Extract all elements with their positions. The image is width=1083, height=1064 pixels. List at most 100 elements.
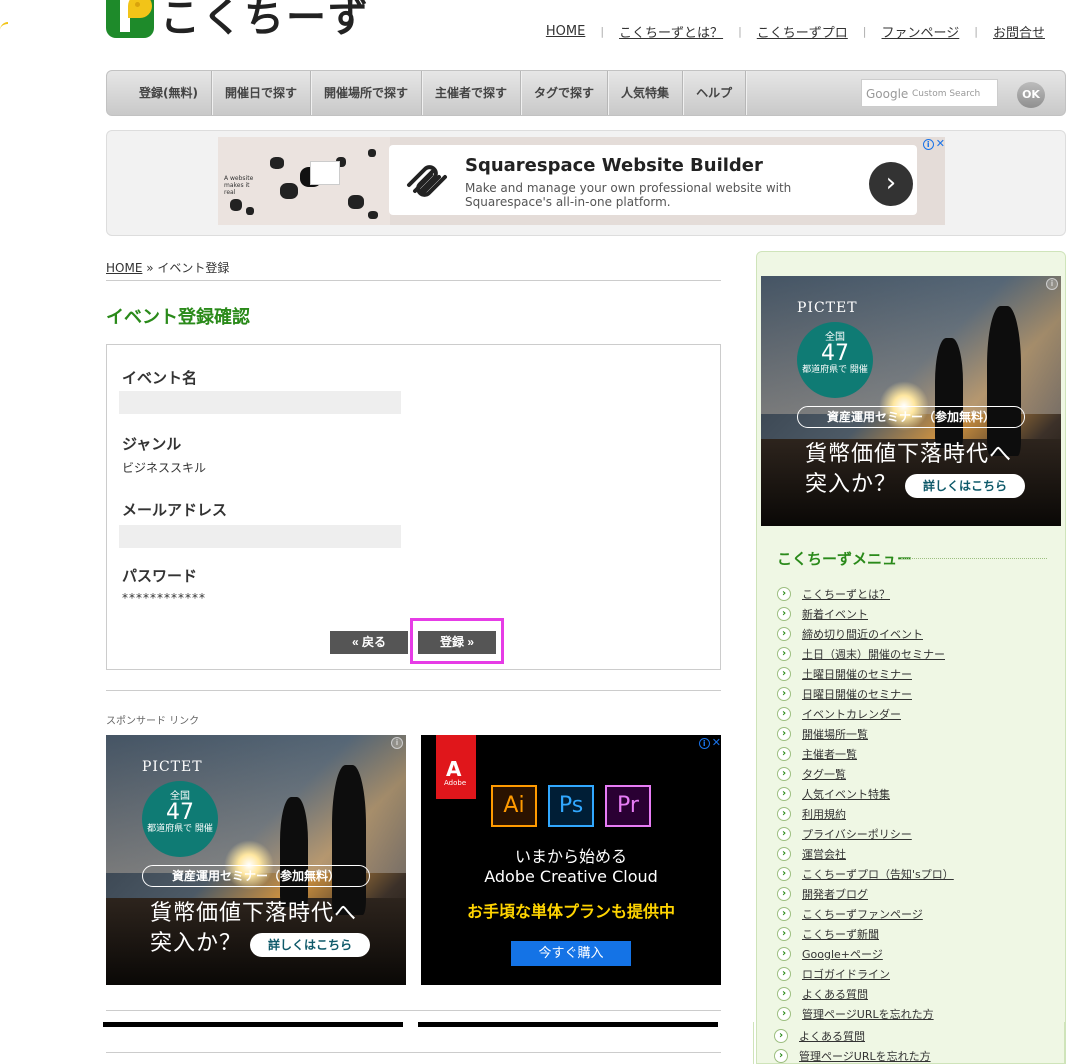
sidebar-item-forgot-url-dup[interactable]: › 管理ページURLを忘れた方 — [774, 1046, 931, 1064]
chevron-right-icon: › — [777, 607, 791, 621]
sidebar-item-fanpage[interactable]: › こくちーずファンページ — [777, 904, 954, 924]
adchoices-icon[interactable]: i ✕ — [917, 137, 945, 151]
logo-icon — [106, 0, 154, 38]
search-input[interactable]: Google Custom Search — [861, 79, 998, 107]
sidebar-item-faq[interactable]: › よくある質問 — [777, 984, 954, 1004]
divider — [106, 1010, 721, 1011]
search-placeholder: Custom Search — [912, 89, 981, 99]
adobe-line-2: Adobe Creative Cloud — [484, 867, 658, 886]
sidebar-item-forgot-url[interactable]: › 管理ページURLを忘れた方 — [777, 1004, 954, 1024]
nav-help[interactable]: ヘルプ — [683, 71, 747, 115]
breadcrumb: HOME » イベント登録 — [106, 259, 721, 281]
nav-popular[interactable]: 人気特集 — [608, 71, 684, 115]
sidebar-item-google-plus[interactable]: › Google+ページ — [777, 944, 954, 964]
back-button[interactable]: « 戻る — [330, 631, 408, 654]
sidebar-item-weekend[interactable]: › 土日（週末）開催のセミナー — [777, 644, 954, 664]
decorative-mark — [0, 22, 8, 30]
sidebar-item-sunday[interactable]: › 日曜日開催のセミナー — [777, 684, 954, 704]
genre-value: ビジネススキル — [122, 461, 207, 475]
password-label: パスワード — [122, 567, 198, 585]
sidebar-item-tags[interactable]: › タグ一覧 — [777, 764, 954, 784]
chevron-right-icon: › — [777, 867, 791, 881]
sidebar-pictet-ad[interactable]: PICTET 全国 47 都道府県で 開催 資産運用セミナー（参加無料） 貨幣価… — [761, 276, 1061, 526]
sidebar-item-logo-guide[interactable]: › ロゴガイドライン — [777, 964, 954, 984]
chevron-right-icon: › — [777, 887, 791, 901]
adobe-ad[interactable]: A Adobe Ai Ps Pr いまから始める Adobe Creative … — [421, 735, 721, 985]
squarespace-ad[interactable]: A website makes it real Squarespace Webs… — [218, 137, 945, 225]
adchoices-icon[interactable]: i ✕ — [693, 736, 721, 750]
chevron-right-icon: › — [777, 767, 791, 781]
pictet-pill: 資産運用セミナー（参加無料） — [797, 406, 1025, 428]
chevron-right-icon: › — [777, 707, 791, 721]
google-brand: Google — [866, 87, 909, 101]
nav-by-date[interactable]: 開催日で探す — [212, 71, 311, 115]
chevron-right-icon: › — [777, 987, 791, 1001]
sidebar-item-privacy[interactable]: › プライバシーポリシー — [777, 824, 954, 844]
sidebar-item-deadline[interactable]: › 締め切り間近のイベント — [777, 624, 954, 644]
breadcrumb-separator: » — [146, 261, 154, 275]
nav-register[interactable]: 登録(無料) — [127, 71, 212, 115]
genre-label: ジャンル — [122, 435, 182, 453]
ad-title: Squarespace Website Builder — [465, 155, 763, 176]
adchoices-icon[interactable]: i — [391, 737, 403, 749]
ad-bottom-bar — [418, 1022, 718, 1027]
pictet-headline-1: 貨幣価値下落時代へ — [805, 442, 1013, 467]
sidebar-item-popular[interactable]: › 人気イベント特集 — [777, 784, 954, 804]
sidebar-item-about[interactable]: › こくちーずとは？ — [777, 584, 954, 604]
chevron-right-icon: › — [777, 947, 791, 961]
ad-image-caption: A website makes it real — [224, 175, 254, 196]
logo-text: こくちーず — [160, 0, 370, 41]
chevron-right-icon: › — [777, 687, 791, 701]
sponsored-label: スポンサード リンク — [106, 716, 200, 727]
top-link-home[interactable]: HOME — [531, 24, 600, 39]
site-logo[interactable]: こくちーず — [106, 0, 370, 41]
search-button[interactable]: OK — [1017, 82, 1045, 108]
pictet-circle-badge: 全国 47 都道府県で 開催 — [142, 781, 218, 857]
email-value — [119, 525, 401, 548]
pictet-more-button[interactable]: 詳しくはこちら — [250, 933, 370, 957]
divider — [106, 690, 721, 691]
pictet-headline-2: 突入か？ — [150, 931, 243, 956]
sidebar-item-places[interactable]: › 開催場所一覧 — [777, 724, 954, 744]
sidebar-item-faq-dup[interactable]: › よくある質問 — [774, 1026, 931, 1046]
sidebar-title-rule — [901, 558, 1047, 559]
sidebar-item-news[interactable]: › こくちーず新聞 — [777, 924, 954, 944]
email-label: メールアドレス — [122, 501, 228, 519]
register-button-highlight — [410, 618, 504, 664]
chevron-right-icon: › — [777, 927, 791, 941]
pictet-ad[interactable]: PICTET 全国 47 都道府県で 開催 資産運用セミナー（参加無料） 貨幣価… — [106, 735, 406, 985]
chevron-right-icon: › — [777, 727, 791, 741]
adobe-buy-button[interactable]: 今すぐ購入 — [511, 941, 631, 966]
pictet-pill: 資産運用セミナー（参加無料） — [142, 865, 370, 887]
pictet-headline-2: 突入か？ — [805, 472, 898, 497]
adchoices-icon[interactable]: i — [1046, 278, 1058, 290]
top-link-fanpage[interactable]: ファンページ — [867, 22, 975, 41]
nav-by-tag[interactable]: タグで探す — [521, 71, 609, 115]
squarespace-logo-icon — [407, 165, 447, 197]
nav-by-place[interactable]: 開催場所で探す — [311, 71, 423, 115]
sidebar-item-dev-blog[interactable]: › 開発者ブログ — [777, 884, 954, 904]
sidebar-item-new-events[interactable]: › 新着イベント — [777, 604, 954, 624]
sidebar-menu-title: こくちーずメニュー — [777, 550, 913, 568]
top-link-about[interactable]: こくちーずとは？ — [604, 22, 738, 41]
sidebar-item-organizers[interactable]: › 主催者一覧 — [777, 744, 954, 764]
page-title: イベント登録確認 — [106, 307, 250, 328]
sidebar-item-calendar[interactable]: › イベントカレンダー — [777, 704, 954, 724]
breadcrumb-home[interactable]: HOME — [106, 261, 142, 275]
top-link-pro[interactable]: こくちーずプロ — [742, 22, 863, 41]
pictet-more-button[interactable]: 詳しくはこちら — [905, 474, 1025, 498]
chevron-right-icon: › — [777, 827, 791, 841]
sidebar-item-saturday[interactable]: › 土曜日開催のセミナー — [777, 664, 954, 684]
top-link-contact[interactable]: お問合せ — [978, 22, 1045, 41]
sidebar-item-company[interactable]: › 運営会社 — [777, 844, 954, 864]
sidebar-item-pro[interactable]: › こくちーずプロ（告知'sプロ） — [777, 864, 954, 884]
chevron-right-icon[interactable]: › — [869, 162, 913, 206]
adobe-line-1: いまから始める — [514, 847, 627, 866]
photoshop-icon: Ps — [548, 785, 594, 827]
nav-by-organizer[interactable]: 主催者で探す — [422, 71, 522, 115]
sidebar-item-terms[interactable]: › 利用規約 — [777, 804, 954, 824]
pictet-circle-badge: 全国 47 都道府県で 開催 — [797, 322, 873, 398]
main-nav: 登録(無料) 開催日で探す 開催場所で探す 主催者で探す タグで探す 人気特集 … — [106, 70, 1066, 116]
ad-bottom-bar — [103, 1022, 403, 1027]
sidebar-menu: › こくちーずとは？ › 新着イベント › 締め切り間近のイベント › 土日（週末）開催… — [777, 584, 954, 1024]
